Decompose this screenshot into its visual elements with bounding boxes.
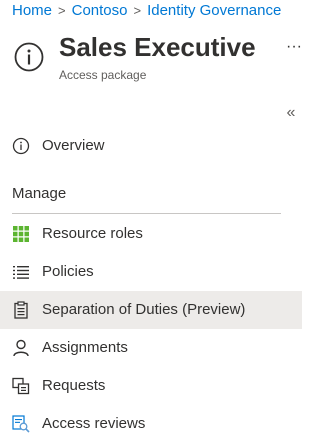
- nav-item-overview[interactable]: Overview: [0, 127, 302, 165]
- page-subtitle: Access package: [59, 68, 147, 82]
- person-icon: [13, 339, 29, 357]
- breadcrumb-identity-governance[interactable]: Identity Governance: [147, 2, 281, 19]
- clipboard-icon: [14, 301, 28, 319]
- nav-item-label: Assignments: [42, 339, 128, 356]
- nav-item-label: Policies: [42, 263, 94, 280]
- nav-item-resource-roles[interactable]: Resource roles: [0, 215, 302, 253]
- list-icon: [13, 266, 29, 279]
- collapse-menu-button[interactable]: «: [282, 104, 300, 122]
- page-title: Sales Executive: [59, 32, 256, 62]
- nav-item-separation-of-duties[interactable]: Separation of Duties (Preview): [0, 291, 302, 329]
- nav-item-assignments[interactable]: Assignments: [0, 329, 302, 367]
- access-package-blade: Home > Contoso > Identity Governance Sal…: [0, 0, 322, 444]
- section-divider: [12, 213, 281, 214]
- page-header: Sales Executive Access package: [12, 32, 312, 84]
- more-options-button[interactable]: ···: [284, 39, 304, 55]
- breadcrumb-contoso[interactable]: Contoso: [72, 2, 128, 19]
- nav-item-label: Requests: [42, 377, 106, 394]
- nav-item-label: Resource roles: [42, 225, 143, 242]
- breadcrumb: Home > Contoso > Identity Governance: [12, 0, 281, 20]
- requests-icon: [12, 377, 30, 395]
- access-review-icon: [12, 415, 30, 433]
- breadcrumb-separator-icon: >: [133, 2, 142, 18]
- nav-item-requests[interactable]: Requests: [0, 367, 302, 405]
- breadcrumb-home[interactable]: Home: [12, 2, 52, 19]
- nav-item-policies[interactable]: Policies: [0, 253, 302, 291]
- nav-item-access-reviews[interactable]: Access reviews: [0, 405, 302, 443]
- nav-item-label: Separation of Duties (Preview): [42, 301, 246, 318]
- nav-item-label: Access reviews: [42, 415, 146, 432]
- nav-item-label: Overview: [42, 137, 105, 154]
- info-icon: [12, 137, 30, 155]
- grid-icon: [13, 226, 29, 242]
- info-icon: [14, 42, 44, 72]
- breadcrumb-separator-icon: >: [58, 2, 66, 18]
- section-heading-manage: Manage: [12, 185, 67, 202]
